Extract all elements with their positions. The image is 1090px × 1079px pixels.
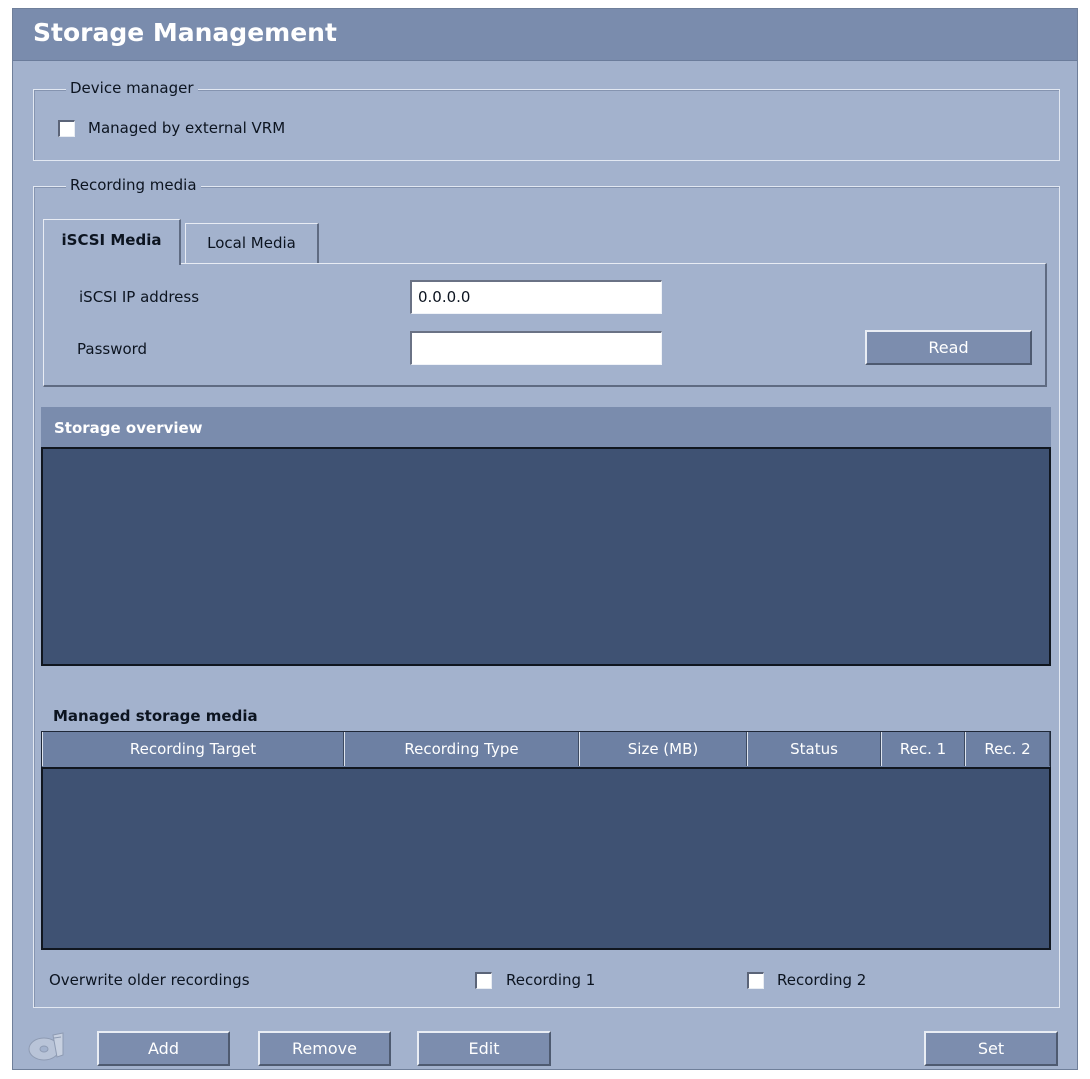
tab-local-media-label: Local Media: [207, 234, 296, 252]
recording-2-checkbox[interactable]: [747, 972, 764, 989]
iscsi-ip-label: iSCSI IP address: [79, 288, 200, 306]
title-bar: Storage Management: [13, 9, 1077, 61]
column-header-status[interactable]: Status: [747, 732, 881, 766]
cd-disc-icon: [28, 1032, 64, 1061]
password-label: Password: [77, 340, 148, 358]
recording-1-checkbox[interactable]: [475, 972, 492, 989]
read-button[interactable]: Read: [865, 330, 1032, 365]
password-input[interactable]: [410, 331, 662, 365]
overwrite-label: Overwrite older recordings: [49, 971, 250, 989]
recording-2-label: Recording 2: [777, 971, 867, 989]
column-header-rec-2[interactable]: Rec. 2: [965, 732, 1050, 766]
recording-media-legend: Recording media: [66, 176, 201, 194]
tab-iscsi-media[interactable]: iSCSI Media: [43, 219, 181, 265]
remove-button[interactable]: Remove: [258, 1031, 391, 1066]
storage-overview-title: Storage overview: [54, 419, 203, 437]
managed-storage-table-body[interactable]: [41, 767, 1051, 950]
storage-overview-header: Storage overview: [41, 407, 1051, 447]
device-manager-legend: Device manager: [66, 79, 198, 97]
managed-storage-title: Managed storage media: [53, 707, 258, 725]
column-header-size[interactable]: Size (MB): [579, 732, 747, 766]
managed-storage-table-header: Recording Target Recording Type Size (MB…: [41, 731, 1051, 767]
managed-external-vrm-checkbox[interactable]: [58, 120, 75, 137]
iscsi-ip-input[interactable]: 0.0.0.0: [410, 280, 662, 314]
tab-iscsi-media-label: iSCSI Media: [61, 231, 162, 249]
device-manager-group: Device manager Managed by external VRM: [33, 79, 1060, 161]
tab-local-media[interactable]: Local Media: [185, 223, 319, 263]
managed-external-vrm-label: Managed by external VRM: [88, 119, 286, 137]
edit-button[interactable]: Edit: [417, 1031, 551, 1066]
page-title: Storage Management: [33, 18, 337, 47]
column-header-recording-type[interactable]: Recording Type: [344, 732, 579, 766]
add-button[interactable]: Add: [97, 1031, 230, 1066]
recording-1-label: Recording 1: [506, 971, 596, 989]
set-button[interactable]: Set: [924, 1031, 1058, 1066]
storage-overview-area[interactable]: [41, 447, 1051, 666]
column-header-recording-target[interactable]: Recording Target: [42, 732, 344, 766]
column-header-rec-1[interactable]: Rec. 1: [881, 732, 965, 766]
storage-management-window: Storage Management Device manager Manage…: [12, 8, 1078, 1070]
